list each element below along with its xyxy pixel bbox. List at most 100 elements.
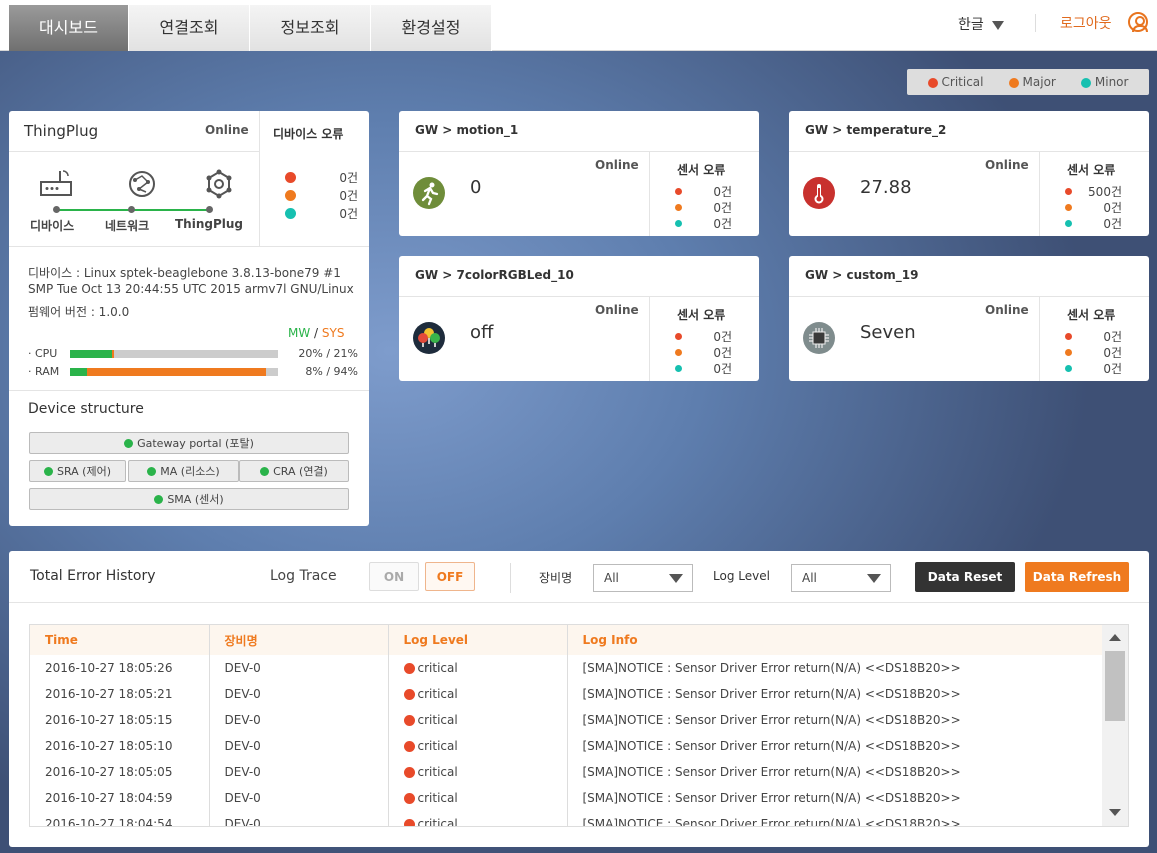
sensor-value: Seven [860,322,916,343]
error-major-row: 0건 [285,186,358,204]
thingplug-panel: ThingPlug Online 디바이스 오류 0건 0건 0건 디바이스 네… [9,111,369,526]
critical-dot-icon [403,689,415,700]
table-row[interactable]: 2016-10-27 18:05:10 DEV-0 critical [SMA]… [30,733,1103,759]
tab-information[interactable]: 정보조회 [250,5,371,51]
gateway-card-temperature[interactable]: GW > temperature_2 Online 27.88 센서 오류 50… [789,111,1149,236]
node-dot [206,206,213,213]
cell-info: [SMA]NOTICE : Sensor Driver Error return… [582,817,961,827]
tab-settings[interactable]: 환경설정 [371,5,492,51]
cpu-usage-row: · CPU 20% / 21% [28,347,358,360]
ram-sys-fill [70,368,266,376]
sensor-value: off [470,322,494,343]
table-scrollbar[interactable] [1102,625,1128,826]
critical-dot-icon [285,171,296,183]
critical-dot-icon [675,187,682,195]
table-row[interactable]: 2016-10-27 18:04:59 DEV-0 critical [SMA]… [30,785,1103,811]
scroll-up-icon[interactable] [1109,634,1121,641]
sensor-error-title: 센서 오류 [1067,308,1116,322]
thermometer-icon [803,177,835,209]
divider [9,151,259,152]
column-header-time[interactable]: Time [30,625,210,655]
divider [399,151,759,152]
divider [649,297,650,381]
divider [1039,152,1040,236]
card-title: GW > temperature_2 [805,123,947,137]
network-node-label: 네트워크 [105,219,150,233]
cell-device: DEV-0 [209,707,389,733]
log-trace-off-button[interactable]: OFF [425,562,475,591]
cell-time: 2016-10-27 18:05:10 [30,733,210,759]
minor-dot-icon [1065,219,1072,227]
scrollbar-thumb[interactable] [1105,651,1125,721]
major-dot-icon [1065,348,1072,356]
critical-dot-icon [403,767,415,778]
running-man-icon [413,177,445,209]
ma-button[interactable]: MA (리소스) [128,460,239,482]
cra-button[interactable]: CRA (연결) [239,460,349,482]
sensor-error-title: 센서 오류 [677,308,726,322]
data-reset-button[interactable]: Data Reset [915,562,1015,592]
logout-link[interactable]: 로그아웃 [1060,13,1112,33]
gateway-card-led[interactable]: GW > 7colorRGBLed_10 Online off 센서 오류 0건… [399,256,759,381]
error-critical-row: 0건 [285,168,358,186]
user-icon[interactable] [1128,12,1148,32]
device-filter-select[interactable]: All [593,564,693,592]
log-level-select[interactable]: All [791,564,891,592]
gateway-card-motion[interactable]: GW > motion_1 Online 0 센서 오류 0건 0건 0건 [399,111,759,236]
sra-button[interactable]: SRA (제어) [29,460,126,482]
network-topology: 디바이스 네트워크 ThingPlug [21,167,251,237]
divider [9,246,369,247]
tab-dashboard[interactable]: 대시보드 [9,5,129,51]
column-header-log-level[interactable]: Log Level [388,625,568,655]
gateway-portal-button[interactable]: Gateway portal (포탈) [29,432,349,454]
cell-info: [SMA]NOTICE : Sensor Driver Error return… [582,765,961,779]
sensor-error-counts: 0건 0건 0건 [675,183,732,231]
table-row[interactable]: 2016-10-27 18:05:21 DEV-0 critical [SMA]… [30,681,1103,707]
error-history-panel: Total Error History Log Trace ON OFF 장비명… [9,551,1149,847]
minor-dot-icon [1065,364,1072,372]
log-level-label: Log Level [713,569,770,583]
card-title: GW > motion_1 [415,123,519,137]
network-node [107,167,177,201]
cell-level: critical [388,707,568,733]
table-row[interactable]: 2016-10-27 18:04:54 DEV-0 critical [SMA]… [30,811,1103,827]
ram-mw-fill [70,368,87,376]
language-label: 한글 [958,17,984,33]
log-trace-on-button[interactable]: ON [369,562,419,591]
column-header-log-info[interactable]: Log Info [567,625,1103,655]
critical-dot-icon [403,715,415,726]
main-tabs: 대시보드 연결조회 정보조회 환경설정 [9,5,492,51]
gateway-card-custom[interactable]: GW > custom_19 Online Seven 센서 오류 0건 0건 … [789,256,1149,381]
sensor-value: 27.88 [860,177,912,198]
card-title: GW > custom_19 [805,268,919,282]
critical-dot-icon [927,77,938,88]
cell-time: 2016-10-27 18:05:21 [30,681,210,707]
node-dot [128,206,135,213]
cell-info: [SMA]NOTICE : Sensor Driver Error return… [582,687,961,701]
sma-button[interactable]: SMA (센서) [29,488,349,510]
sensor-value: 0 [470,177,482,198]
sensor-error-title: 센서 오류 [1067,163,1116,177]
cell-info: [SMA]NOTICE : Sensor Driver Error return… [582,713,961,727]
divider [9,602,1149,603]
cell-level: critical [388,811,568,826]
cell-time: 2016-10-27 18:04:59 [30,785,210,811]
column-header-device[interactable]: 장비명 [209,625,389,655]
language-select[interactable]: 한글 [958,14,1004,34]
device-error-title: 디바이스 오류 [273,127,344,141]
table-row[interactable]: 2016-10-27 18:05:26 DEV-0 critical [SMA]… [30,655,1103,681]
table-row[interactable]: 2016-10-27 18:05:05 DEV-0 critical [SMA]… [30,759,1103,785]
device-filter-label: 장비명 [539,571,573,585]
mw-sys-legend: MW / SYS [288,326,345,340]
tab-connection[interactable]: 연결조회 [129,5,250,51]
cell-info: [SMA]NOTICE : Sensor Driver Error return… [582,791,961,805]
ram-usage-bar [70,368,278,376]
chevron-down-icon [991,20,1004,30]
minor-dot-icon [675,219,682,227]
major-dot-icon [675,203,682,211]
table-row[interactable]: 2016-10-27 18:05:15 DEV-0 critical [SMA]… [30,707,1103,733]
data-refresh-button[interactable]: Data Refresh [1025,562,1129,592]
chevron-down-icon [867,574,881,583]
scroll-down-icon[interactable] [1109,809,1121,816]
critical-dot-icon [403,793,415,804]
